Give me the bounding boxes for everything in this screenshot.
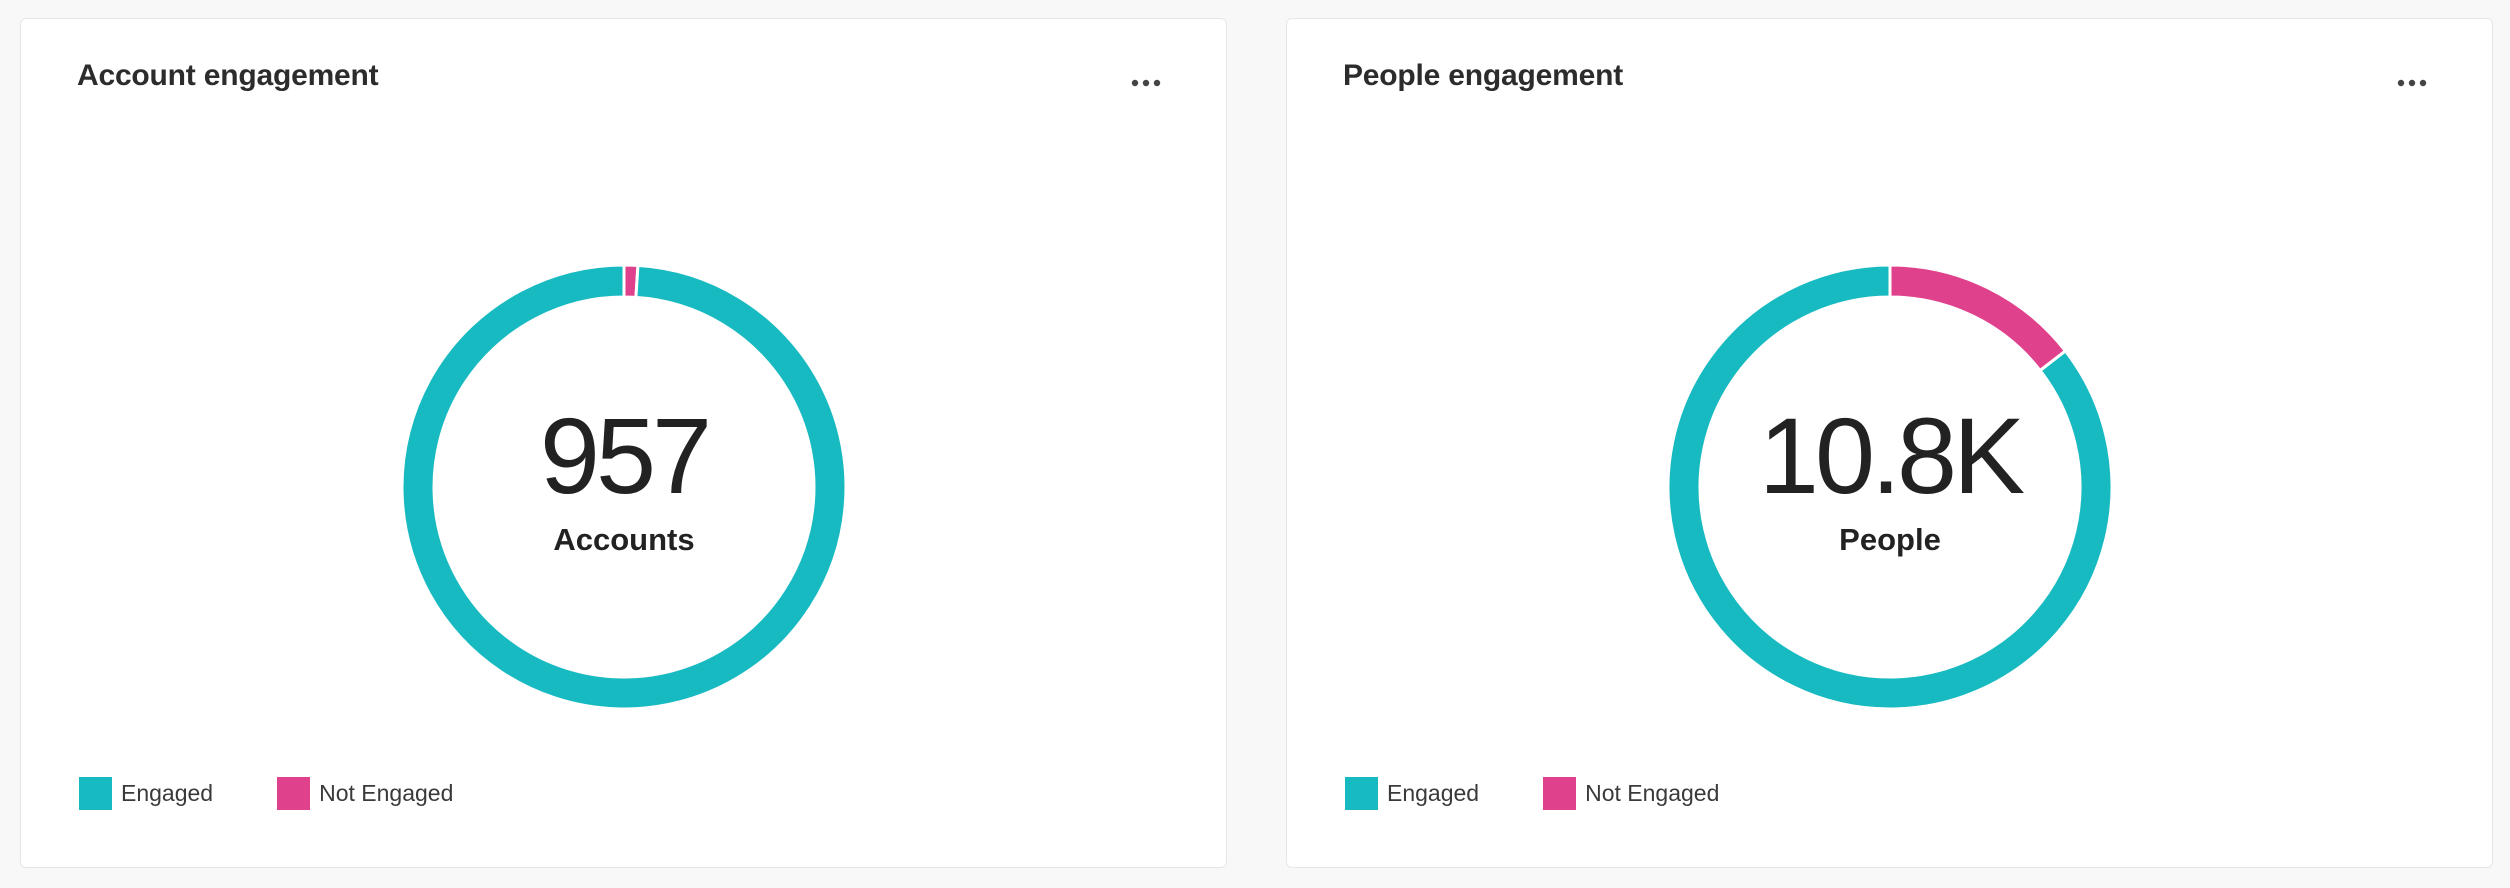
center-label: People xyxy=(1839,522,1941,557)
legend-item-not-engaged[interactable]: Not Engaged xyxy=(277,777,453,810)
center-value: 10.8K xyxy=(1758,395,2025,516)
legend-item-not-engaged[interactable]: Not Engaged xyxy=(1543,777,1719,810)
chart-legend: Engaged Not Engaged xyxy=(79,777,517,810)
more-options-button[interactable] xyxy=(2392,71,2432,95)
legend-swatch xyxy=(277,777,311,810)
legend-swatch xyxy=(1543,777,1577,810)
donut-slice-not-engaged[interactable] xyxy=(1888,263,2068,373)
legend-swatch xyxy=(1345,777,1378,810)
center-label: Accounts xyxy=(553,522,695,557)
legend-swatch xyxy=(79,777,112,810)
more-options-button[interactable] xyxy=(1126,71,1166,95)
card-title: People engagement xyxy=(1343,59,1624,92)
more-horizontal-icon xyxy=(2397,79,2427,87)
donut-chart: 10.8K People xyxy=(1665,262,2115,712)
donut-chart: 957 Accounts xyxy=(399,262,849,712)
more-horizontal-icon xyxy=(1131,79,1161,87)
center-value: 957 xyxy=(539,395,712,516)
legend-label: Not Engaged xyxy=(319,780,454,806)
legend-item-engaged[interactable]: Engaged xyxy=(79,777,213,810)
people-engagement-card: People engagement 10.8K People Engaged N… xyxy=(1286,18,2493,868)
legend-label: Engaged xyxy=(1387,780,1480,806)
account-engagement-card: Account engagement 957 Accounts Engaged … xyxy=(20,18,1227,868)
legend-label: Not Engaged xyxy=(1585,780,1720,806)
chart-legend: Engaged Not Engaged xyxy=(1345,777,1783,810)
legend-label: Engaged xyxy=(121,780,214,806)
card-title: Account engagement xyxy=(77,59,379,92)
legend-item-engaged[interactable]: Engaged xyxy=(1345,777,1479,810)
